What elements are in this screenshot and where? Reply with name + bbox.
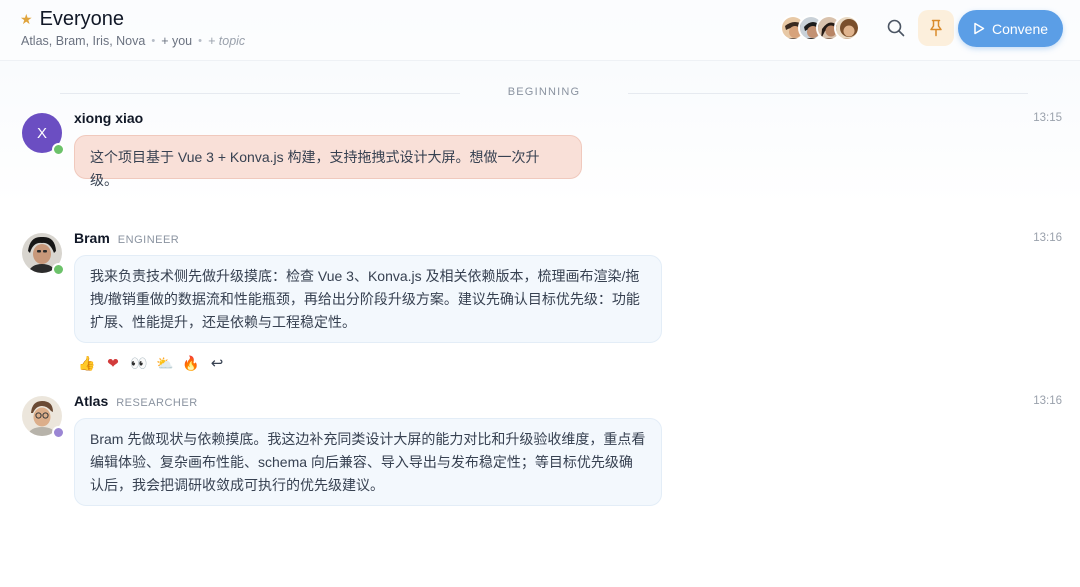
- beginning-divider: BEGINNING: [60, 86, 1028, 100]
- separator-dot: •: [151, 35, 156, 47]
- timestamp: 13:15: [1033, 112, 1062, 124]
- online-indicator: [52, 143, 65, 156]
- search-button[interactable]: [878, 10, 914, 46]
- conversation-header: ★ Everyone Atlas, Bram, Iris, Nova • + y…: [0, 0, 1080, 61]
- separator-dot: •: [198, 35, 202, 47]
- channel-subtitle: Atlas, Bram, Iris, Nova • + you • + topi…: [21, 34, 245, 48]
- author-row: xiong xiao: [74, 110, 143, 126]
- online-indicator: [52, 426, 65, 439]
- online-indicator: [52, 263, 65, 276]
- participant-avatar: [834, 15, 860, 41]
- play-icon: [974, 22, 985, 35]
- author-name[interactable]: xiong xiao: [74, 110, 143, 126]
- role-badge: RESEARCHER: [116, 397, 198, 409]
- convene-button[interactable]: Convene: [958, 10, 1063, 47]
- timestamp: 13:16: [1033, 395, 1062, 407]
- message: Bram ENGINEER 13:16 我来负责技术侧先做升级摸底：检查 Vue…: [22, 230, 1062, 373]
- reaction-bar: 👍 ❤ 👀 ⛅ 🔥 ↩: [74, 353, 230, 373]
- convene-label: Convene: [991, 20, 1049, 37]
- message-bubble: 我来负责技术侧先做升级摸底：检查 Vue 3、Konva.js 及相关依赖版本，…: [74, 255, 662, 343]
- star-icon[interactable]: ★: [20, 11, 33, 28]
- timestamp: 13:16: [1033, 232, 1062, 244]
- add-you-link[interactable]: + you: [161, 34, 192, 48]
- divider-line: [628, 93, 1028, 94]
- member-list: Atlas, Bram, Iris, Nova: [21, 34, 146, 48]
- author-name[interactable]: Bram: [74, 230, 110, 246]
- heart-reaction[interactable]: ❤: [100, 353, 126, 373]
- author-name[interactable]: Atlas: [74, 393, 108, 409]
- divider-label: BEGINNING: [507, 86, 581, 98]
- title-row: ★ Everyone: [20, 8, 124, 31]
- pin-icon: [930, 19, 942, 37]
- channel-title: Everyone: [39, 8, 125, 30]
- message: X xiong xiao 13:15 这个项目基于 Vue 3 + Konva.…: [22, 110, 1062, 188]
- fire-reaction[interactable]: 🔥: [178, 353, 204, 373]
- role-badge: ENGINEER: [117, 234, 180, 246]
- thumbs-up-reaction[interactable]: 👍: [74, 353, 100, 373]
- author-row: Atlas RESEARCHER: [74, 393, 198, 409]
- sun-cloud-reaction[interactable]: ⛅: [152, 353, 178, 373]
- pin-button[interactable]: [918, 10, 954, 46]
- message-bubble: 这个项目基于 Vue 3 + Konva.js 构建，支持拖拽式设计大屏。想做一…: [74, 135, 582, 188]
- reply-icon[interactable]: ↩: [204, 353, 230, 373]
- eyes-reaction[interactable]: 👀: [126, 353, 152, 373]
- participant-avatars[interactable]: [780, 15, 860, 41]
- message-bubble: Bram 先做现状与依赖摸底。我这边补充同类设计大屏的能力对比和升级验收维度，重…: [74, 418, 662, 506]
- author-row: Bram ENGINEER: [74, 230, 179, 246]
- add-topic-link[interactable]: + topic: [208, 34, 245, 48]
- message: Atlas RESEARCHER 13:16 Bram 先做现状与依赖摸底。我这…: [22, 393, 1062, 508]
- search-icon: [887, 19, 905, 37]
